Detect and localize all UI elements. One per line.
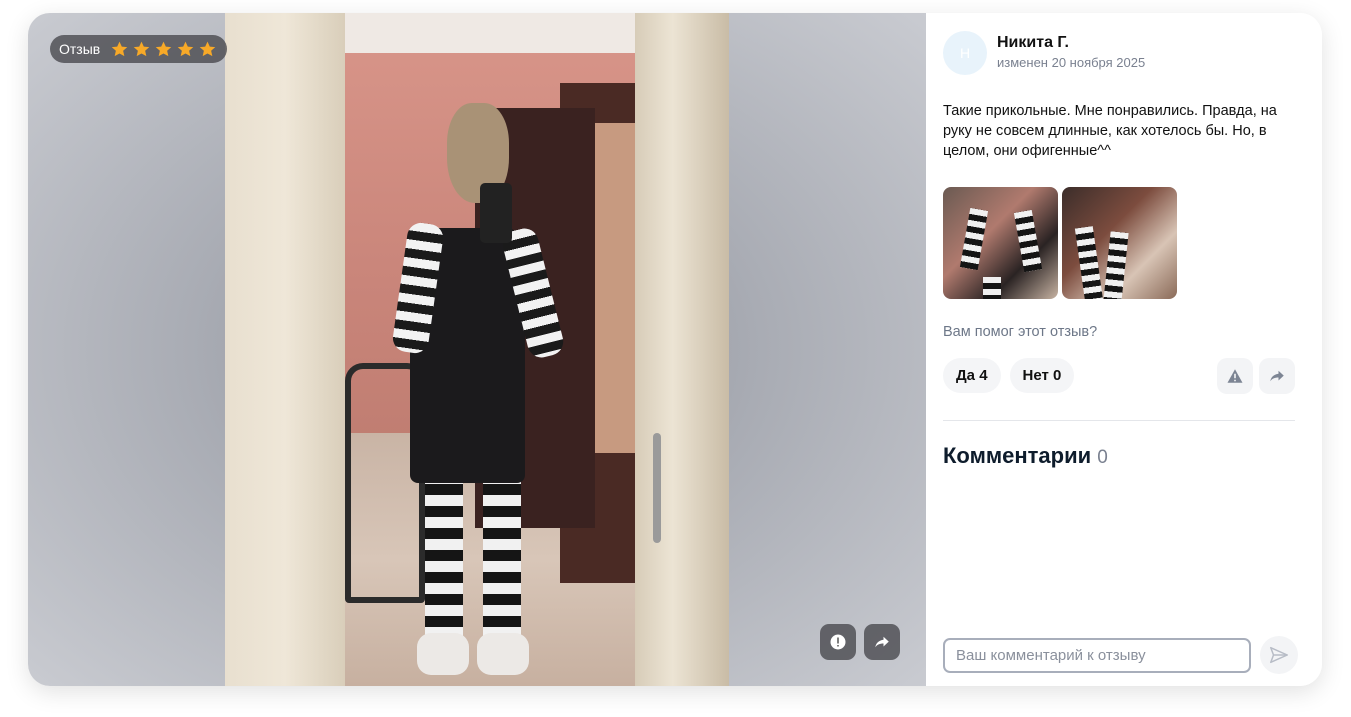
comments-count: 0 bbox=[1097, 447, 1108, 468]
star-icon bbox=[177, 41, 194, 56]
avatar[interactable]: Н bbox=[943, 31, 987, 75]
share-button[interactable] bbox=[864, 624, 900, 660]
star-icon bbox=[155, 41, 172, 56]
star-icon bbox=[111, 41, 128, 56]
report-button[interactable] bbox=[820, 624, 856, 660]
comments-heading: Комментарии 0 bbox=[943, 443, 1108, 469]
rating-badge: Отзыв bbox=[50, 35, 228, 63]
comment-input[interactable] bbox=[943, 638, 1251, 673]
review-text: Такие прикольные. Мне понравились. Правд… bbox=[943, 103, 1277, 159]
send-comment-button[interactable] bbox=[1260, 636, 1298, 674]
media-actions bbox=[820, 624, 900, 660]
review-photo[interactable] bbox=[225, 13, 729, 686]
review-author: Н Никита Г. изменен 20 ноября 2025 bbox=[943, 31, 1145, 75]
helpful-no-button[interactable]: Нет 0 bbox=[1009, 358, 1075, 393]
badge-label: Отзыв bbox=[59, 41, 101, 57]
review-modal: Отзыв Н Никита Г. изменен 20 ноября 2025… bbox=[28, 13, 1322, 686]
share-review-button[interactable] bbox=[1259, 358, 1295, 394]
review-sidebar: Н Никита Г. изменен 20 ноября 2025 Такие… bbox=[926, 13, 1322, 686]
warning-icon bbox=[1227, 369, 1243, 383]
send-icon bbox=[1270, 646, 1288, 664]
media-viewer: Отзыв bbox=[28, 13, 926, 686]
comments-title: Комментарии bbox=[943, 443, 1092, 468]
photo-thumbnail[interactable] bbox=[943, 187, 1058, 299]
star-rating bbox=[110, 40, 217, 59]
review-thumbnails bbox=[943, 187, 1177, 299]
helpful-question: Вам помог этот отзыв? bbox=[943, 324, 1098, 340]
share-icon bbox=[875, 636, 889, 648]
share-icon bbox=[1270, 370, 1284, 382]
review-date: изменен 20 ноября 2025 bbox=[997, 55, 1146, 70]
review-actions bbox=[1217, 358, 1295, 394]
divider bbox=[943, 420, 1295, 421]
author-name[interactable]: Никита Г. bbox=[997, 34, 1145, 52]
report-review-button[interactable] bbox=[1217, 358, 1253, 394]
warning-icon bbox=[830, 634, 846, 650]
helpful-yes-button[interactable]: Да 4 bbox=[943, 358, 1001, 393]
vote-buttons: Да 4 Нет 0 bbox=[943, 358, 1075, 393]
star-icon bbox=[133, 41, 150, 56]
photo-thumbnail[interactable] bbox=[1062, 187, 1177, 299]
star-icon bbox=[199, 41, 216, 56]
